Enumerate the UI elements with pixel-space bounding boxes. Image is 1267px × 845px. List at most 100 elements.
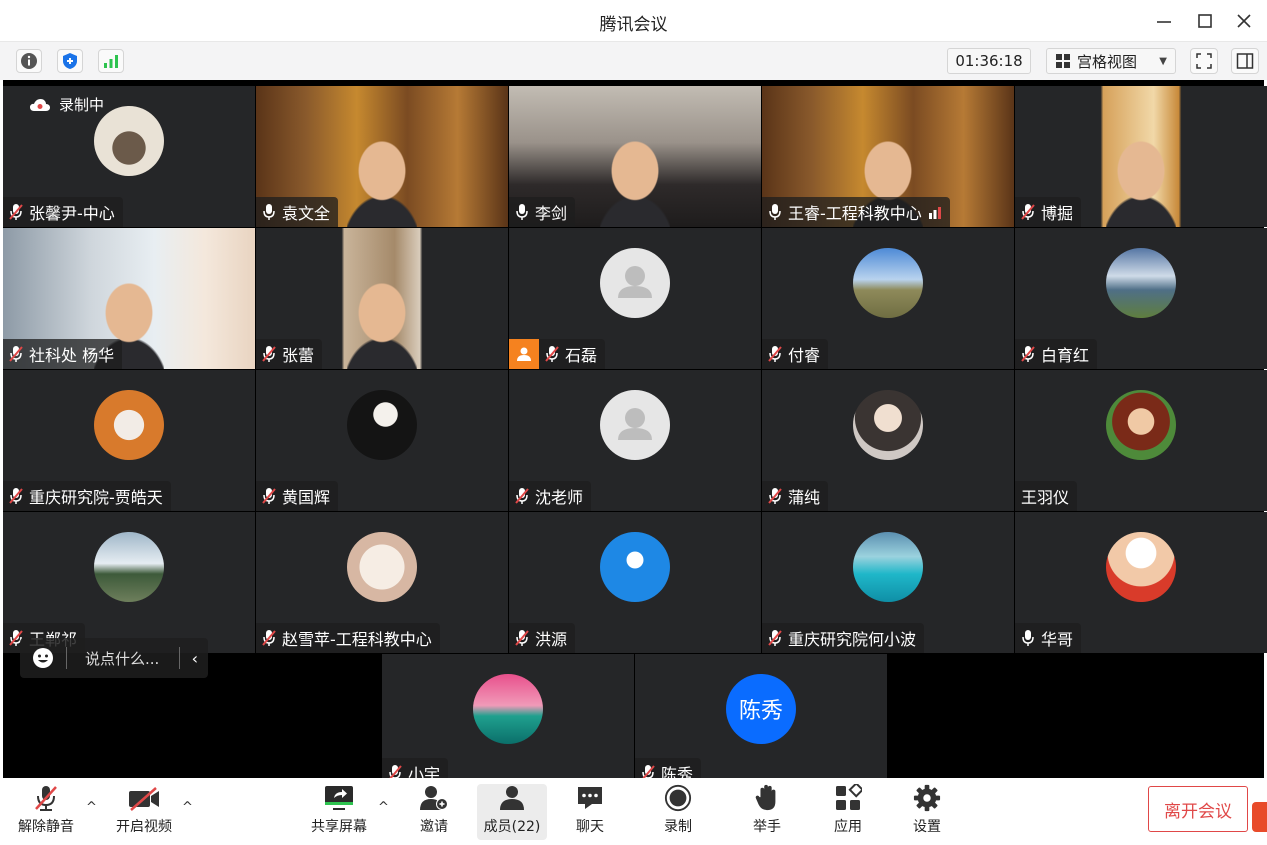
participant-name-tag: 石磊 bbox=[509, 339, 606, 369]
chat-input[interactable]: 说点什么... bbox=[85, 648, 179, 669]
participant-name: 王羽仪 bbox=[1021, 488, 1070, 507]
mic-muted-icon bbox=[9, 204, 23, 220]
invite-button[interactable]: 邀请 bbox=[410, 784, 458, 840]
participant-name-tag: 张馨尹-中心 bbox=[3, 197, 123, 227]
participant-tile[interactable]: 社科处 杨华 bbox=[3, 228, 255, 369]
participant-name: 李剑 bbox=[535, 204, 568, 223]
record-button[interactable]: 录制 bbox=[654, 784, 702, 840]
participant-tile[interactable]: 重庆研究院-贾皓天 bbox=[3, 370, 255, 511]
participant-tile[interactable]: 沈老师 bbox=[509, 370, 761, 511]
collapse-chevron-icon[interactable]: ‹ bbox=[192, 649, 198, 668]
shield-icon bbox=[63, 53, 77, 69]
emoji-icon bbox=[33, 648, 53, 668]
participant-tile[interactable]: 张蕾 bbox=[256, 228, 508, 369]
window-title: 腾讯会议 bbox=[599, 15, 668, 35]
meeting-timer: 01:36:18 bbox=[947, 48, 1031, 74]
apps-button[interactable]: 应用 bbox=[824, 784, 872, 840]
participant-tile[interactable]: 袁文全 bbox=[256, 86, 508, 227]
participant-tile[interactable]: 石磊 bbox=[509, 228, 761, 369]
minimize-icon bbox=[1157, 21, 1171, 23]
fullscreen-button[interactable] bbox=[1190, 48, 1218, 74]
mic-muted-icon bbox=[1021, 346, 1035, 362]
participant-tile[interactable]: 王羽仪 bbox=[1015, 370, 1267, 511]
mic-muted-icon bbox=[9, 346, 23, 362]
share-screen-button[interactable]: 共享屏幕 bbox=[306, 784, 372, 840]
participant-tile[interactable]: 白育红 bbox=[1015, 228, 1267, 369]
mic-on-icon bbox=[263, 204, 275, 220]
mic-muted-icon bbox=[642, 765, 655, 778]
members-button[interactable]: 成员(22) bbox=[477, 784, 547, 840]
title-bar: 腾讯会议 bbox=[0, 0, 1267, 42]
mic-muted-icon bbox=[545, 346, 559, 362]
participant-name-tag: 重庆研究院何小波 bbox=[762, 623, 925, 653]
participant-avatar bbox=[347, 532, 417, 602]
participant-tile[interactable]: 陈秀 陈秀 bbox=[635, 654, 887, 778]
participant-tile[interactable]: 赵雪苹-工程科教中心 bbox=[256, 512, 508, 653]
participant-avatar bbox=[853, 532, 923, 602]
raise-hand-button[interactable]: 举手 bbox=[743, 784, 791, 840]
video-stage: 录制中 张馨尹-中心 袁文全 李剑 王睿-工程科教中心 博掘 社科处 杨华 张蕾 石磊 付睿 白育… bbox=[3, 80, 1267, 778]
settings-button[interactable]: 设置 bbox=[903, 784, 951, 840]
leave-meeting-button[interactable]: 离开会议 bbox=[1148, 786, 1248, 832]
chat-bubble-icon bbox=[578, 787, 602, 809]
unmute-label: 解除静音 bbox=[18, 819, 74, 835]
participant-name: 重庆研究院何小波 bbox=[788, 630, 917, 649]
participant-name: 蒲纯 bbox=[788, 488, 821, 507]
participant-tile[interactable]: 洪源 bbox=[509, 512, 761, 653]
maximize-button[interactable] bbox=[1187, 6, 1223, 36]
participant-name-tag: 王睿-工程科教中心 bbox=[762, 197, 950, 227]
start-video-label: 开启视频 bbox=[116, 819, 172, 835]
video-options-chevron-icon[interactable]: ^ bbox=[182, 800, 193, 815]
start-video-button[interactable]: 开启视频 bbox=[110, 784, 178, 840]
participant-name-tag: 重庆研究院-贾皓天 bbox=[3, 481, 171, 511]
network-status-button[interactable] bbox=[98, 49, 124, 73]
members-label: 成员(22) bbox=[483, 819, 541, 835]
participant-tile[interactable]: 王睿-工程科教中心 bbox=[762, 86, 1014, 227]
participant-name-tag: 赵雪苹-工程科教中心 bbox=[256, 623, 440, 653]
apps-icon bbox=[836, 784, 862, 810]
unmute-button[interactable]: 解除静音 bbox=[14, 784, 78, 840]
participant-name: 张蕾 bbox=[282, 346, 315, 365]
participant-tile[interactable]: 华哥 bbox=[1015, 512, 1267, 653]
participant-name-tag: 博掘 bbox=[1015, 197, 1082, 227]
participant-name: 付睿 bbox=[788, 346, 821, 365]
signal-icon bbox=[104, 55, 118, 68]
participant-tile[interactable]: 付睿 bbox=[762, 228, 1014, 369]
security-button[interactable] bbox=[57, 49, 83, 73]
participant-tile[interactable]: 李剑 bbox=[509, 86, 761, 227]
invite-label: 邀请 bbox=[420, 819, 448, 835]
participant-figure bbox=[600, 139, 670, 227]
participant-avatar bbox=[94, 390, 164, 460]
participant-tile[interactable]: 小宇 bbox=[382, 654, 634, 778]
participant-tile[interactable]: 蒲纯 bbox=[762, 370, 1014, 511]
participant-tile[interactable]: 王郸祁 bbox=[3, 512, 255, 653]
close-button[interactable] bbox=[1226, 6, 1262, 36]
mic-muted-icon bbox=[389, 765, 402, 778]
side-panel-button[interactable] bbox=[1231, 48, 1259, 74]
view-mode-select[interactable]: 宫格视图 ▼ bbox=[1046, 48, 1176, 74]
minimize-button[interactable] bbox=[1146, 6, 1182, 36]
participant-name-tag: 小宇 bbox=[382, 758, 449, 778]
participant-tile[interactable]: 博掘 bbox=[1015, 86, 1267, 227]
mic-muted-icon bbox=[768, 488, 782, 504]
participant-avatar bbox=[94, 106, 164, 176]
view-mode-label: 宫格视图 bbox=[1077, 52, 1138, 71]
info-button[interactable] bbox=[16, 49, 42, 73]
mic-muted-icon bbox=[515, 630, 529, 646]
fullscreen-icon bbox=[1196, 53, 1212, 69]
audio-options-chevron-icon[interactable]: ^ bbox=[86, 800, 97, 815]
participant-name: 王睿-工程科教中心 bbox=[788, 204, 922, 223]
apps-label: 应用 bbox=[834, 819, 862, 835]
participant-name-tag: 蒲纯 bbox=[762, 481, 829, 511]
share-options-chevron-icon[interactable]: ^ bbox=[378, 800, 389, 815]
chat-button[interactable]: 聊天 bbox=[566, 784, 614, 840]
mic-on-icon bbox=[1022, 630, 1034, 646]
participant-name: 陈秀 bbox=[661, 765, 694, 778]
quick-chat-bar[interactable]: 说点什么... ‹ bbox=[20, 638, 208, 678]
raise-hand-icon bbox=[755, 784, 776, 811]
participant-tile[interactable]: 黄国辉 bbox=[256, 370, 508, 511]
participant-name: 博掘 bbox=[1041, 204, 1074, 223]
mic-muted-icon bbox=[515, 488, 529, 504]
participant-tile[interactable]: 重庆研究院何小波 bbox=[762, 512, 1014, 653]
participant-name-tag: 华哥 bbox=[1015, 623, 1082, 653]
